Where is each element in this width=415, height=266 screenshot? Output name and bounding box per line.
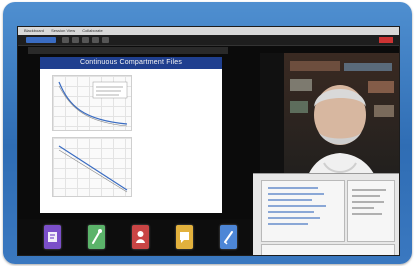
- log-linear-line-icon: [58, 145, 128, 193]
- notes-icon[interactable]: [220, 225, 237, 249]
- share-icon[interactable]: [44, 225, 61, 249]
- participant-row[interactable]: [268, 211, 314, 213]
- menu-item-blackboard[interactable]: Blackboard: [24, 28, 44, 33]
- chat-message: [352, 189, 386, 191]
- chat-panel: [347, 180, 395, 242]
- toolbar-button[interactable]: [102, 37, 109, 43]
- toolbar-button[interactable]: [92, 37, 99, 43]
- participant-row[interactable]: [268, 205, 326, 207]
- participant-row[interactable]: [268, 199, 312, 201]
- chat-input[interactable]: [261, 244, 395, 255]
- participant-row[interactable]: [268, 193, 324, 195]
- participant-row[interactable]: [268, 223, 308, 225]
- toolbar-button[interactable]: [62, 37, 69, 43]
- chat-message: [352, 201, 384, 203]
- participants-panel: [261, 180, 345, 242]
- slide-header-strip: [28, 47, 228, 54]
- decay-curve-icon: [58, 81, 128, 127]
- menu-item-session-view[interactable]: Session View: [51, 28, 75, 33]
- slide-title: Continuous Compartment Files: [40, 57, 222, 69]
- bottom-dock: [18, 219, 253, 255]
- participants-icon[interactable]: [132, 225, 149, 249]
- chat-message: [352, 207, 374, 209]
- tools-icon[interactable]: [88, 225, 105, 249]
- concentration-plot-top: [52, 75, 132, 131]
- presentation-slide: Continuous Compartment Files: [40, 57, 222, 213]
- menu-bar: Blackboard Session View Collaborate: [18, 27, 399, 35]
- concentration-plot-bottom: [52, 137, 132, 197]
- toolbar: [18, 35, 399, 46]
- menu-item-collaborate[interactable]: Collaborate: [82, 28, 102, 33]
- participant-row[interactable]: [268, 187, 318, 189]
- chat-icon[interactable]: [176, 225, 193, 249]
- toolbar-button[interactable]: [72, 37, 79, 43]
- app-window: Blackboard Session View Collaborate Cont…: [17, 26, 400, 256]
- record-icon[interactable]: [379, 37, 393, 43]
- side-panels: [253, 173, 399, 255]
- chat-message: [352, 213, 382, 215]
- participant-row[interactable]: [268, 217, 320, 219]
- chat-message: [352, 195, 380, 197]
- toolbar-active-tab[interactable]: [26, 37, 56, 43]
- toolbar-button[interactable]: [82, 37, 89, 43]
